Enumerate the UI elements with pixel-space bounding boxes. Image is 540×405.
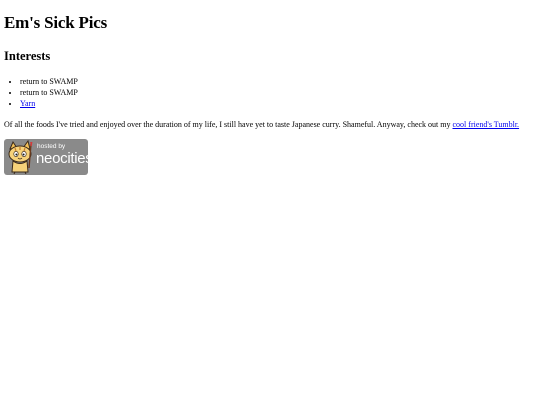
blurb-paragraph: Of all the foods I've tried and enjoyed …: [4, 119, 519, 130]
list-item: return to SWAMP: [20, 87, 78, 98]
list-item: return to SWAMP: [20, 76, 78, 87]
blurb-text: Of all the foods I've tried and enjoyed …: [4, 120, 453, 129]
interests-heading: Interests: [4, 49, 51, 63]
neocities-badge[interactable]: hosted by neocities: [4, 139, 88, 175]
interest-item-text: return to SWAMP: [20, 77, 78, 86]
badge-brand-label: neocities: [36, 150, 88, 167]
interests-list: return to SWAMP return to SWAMP Yarn: [4, 76, 78, 109]
tumblr-link[interactable]: cool friend's Tumblr.: [453, 120, 520, 129]
neocities-cat-icon: [8, 140, 33, 174]
page-title: Em's Sick Pics: [4, 13, 107, 32]
yarn-link[interactable]: Yarn: [20, 99, 35, 108]
interest-item-text: return to SWAMP: [20, 88, 78, 97]
badge-hosted-label: hosted by: [37, 143, 66, 150]
list-item: Yarn: [20, 98, 78, 109]
